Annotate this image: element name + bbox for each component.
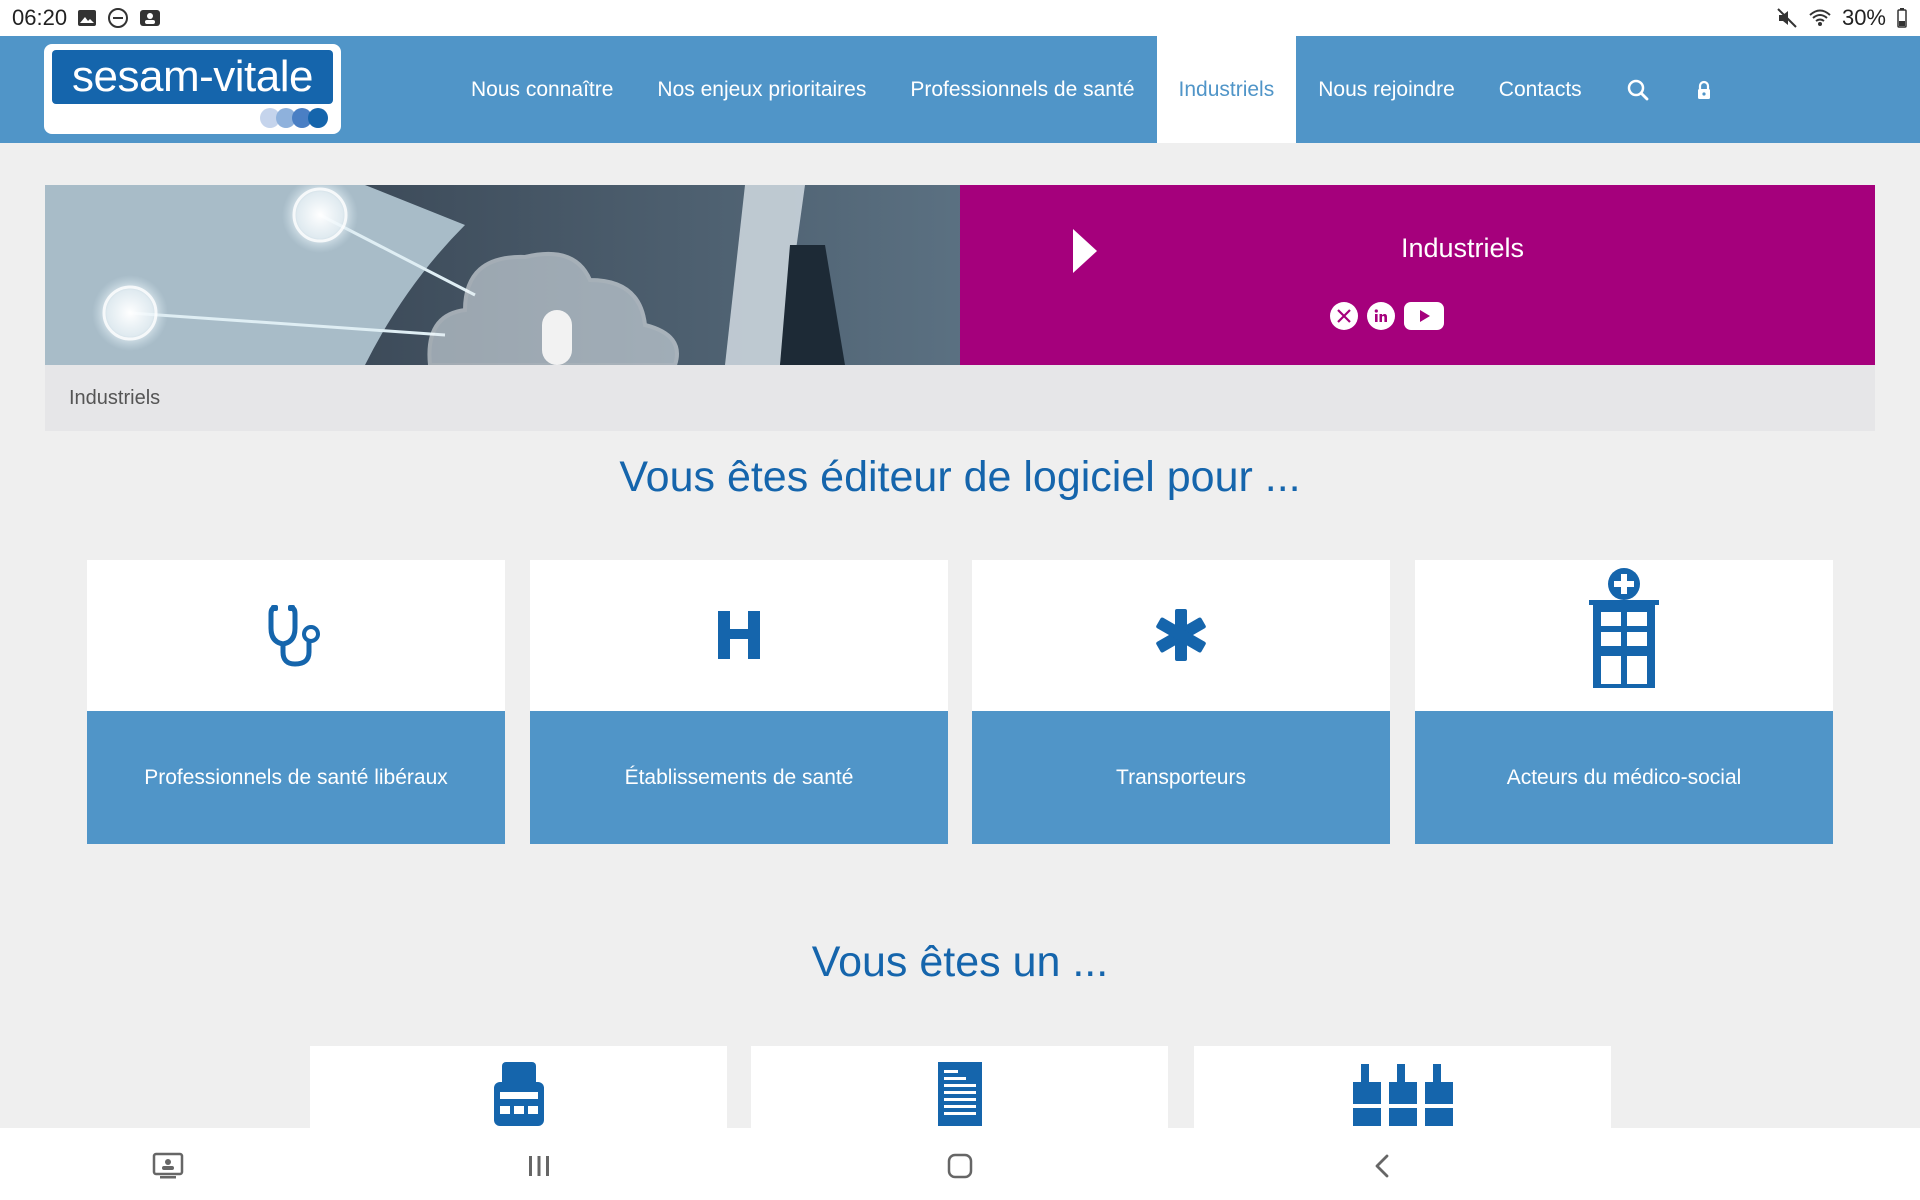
card-factory[interactable] — [1194, 1046, 1611, 1136]
x-icon[interactable] — [1330, 302, 1358, 330]
system-nav-bar — [0, 1128, 1920, 1200]
document-icon — [937, 1062, 982, 1126]
card-etablissements[interactable]: Établissements de santé — [530, 560, 948, 844]
hero-image — [45, 185, 960, 365]
medical-star-icon — [1156, 609, 1206, 661]
social-links — [1330, 302, 1444, 330]
card-label: Professionnels de santé libéraux — [87, 711, 505, 844]
main-nav: Nous connaître Nos enjeux prioritaires P… — [449, 36, 1736, 143]
card-terminal-icon — [493, 1062, 544, 1126]
nav-item-nous-connaitre[interactable]: Nous connaître — [449, 36, 635, 143]
logo-dots — [260, 108, 328, 128]
card-label: Acteurs du médico-social — [1415, 711, 1833, 844]
home-icon[interactable] — [940, 1146, 980, 1186]
search-icon[interactable] — [1604, 36, 1672, 143]
stethoscope-icon — [268, 605, 320, 667]
nav-item-professionnels[interactable]: Professionnels de santé — [888, 36, 1156, 143]
nav-item-rejoindre[interactable]: Nous rejoindre — [1296, 36, 1477, 143]
wifi-icon — [1808, 8, 1832, 28]
mute-icon — [1776, 7, 1798, 29]
logo-wordmark: sesam-vitale — [52, 50, 333, 104]
hero-title: Industriels — [1400, 233, 1525, 263]
recent-apps-icon[interactable] — [519, 1146, 559, 1186]
linkedin-icon[interactable] — [1367, 302, 1395, 330]
card-document[interactable] — [751, 1046, 1168, 1136]
card-professionnels[interactable]: Professionnels de santé libéraux — [87, 560, 505, 844]
card-terminal[interactable] — [310, 1046, 727, 1136]
battery-text: 30% — [1841, 5, 1886, 30]
battery-icon — [1896, 7, 1908, 29]
dnd-icon — [107, 7, 129, 29]
hospital-h-icon — [718, 611, 760, 659]
back-icon[interactable] — [1362, 1146, 1402, 1186]
nav-item-contacts[interactable]: Contacts — [1477, 36, 1604, 143]
nav-item-enjeux[interactable]: Nos enjeux prioritaires — [635, 36, 888, 143]
section-title-vous-etes: Vous êtes un ... — [811, 938, 1109, 986]
screen-icon[interactable] — [148, 1146, 188, 1186]
site-logo[interactable]: sesam-vitale — [44, 44, 341, 134]
breadcrumb-current: Industriels — [69, 386, 161, 409]
hero: Industriels — [45, 185, 1875, 365]
status-bar: 06:20 30% — [0, 0, 1920, 36]
screencast-icon — [139, 8, 161, 28]
card-transporteurs[interactable]: Transporteurs — [972, 560, 1390, 844]
hero-banner: Industriels — [960, 185, 1875, 365]
breadcrumb: Industriels — [45, 365, 1875, 431]
medical-building-icon — [1589, 568, 1659, 688]
card-label: Transporteurs — [972, 711, 1390, 844]
factory-icon — [1350, 1064, 1455, 1126]
youtube-icon[interactable] — [1404, 302, 1444, 330]
card-label: Établissements de santé — [530, 711, 948, 844]
status-time: 06:20 — [12, 5, 68, 30]
image-icon — [77, 8, 97, 28]
nav-item-industriels[interactable]: Industriels — [1156, 36, 1297, 143]
site-header: sesam-vitale Nous connaître Nos enjeux p… — [0, 36, 1920, 143]
lock-icon[interactable] — [1672, 36, 1736, 143]
card-medico-social[interactable]: Acteurs du médico-social — [1415, 560, 1833, 844]
section-title-editeur: Vous êtes éditeur de logiciel pour ... — [619, 453, 1301, 501]
